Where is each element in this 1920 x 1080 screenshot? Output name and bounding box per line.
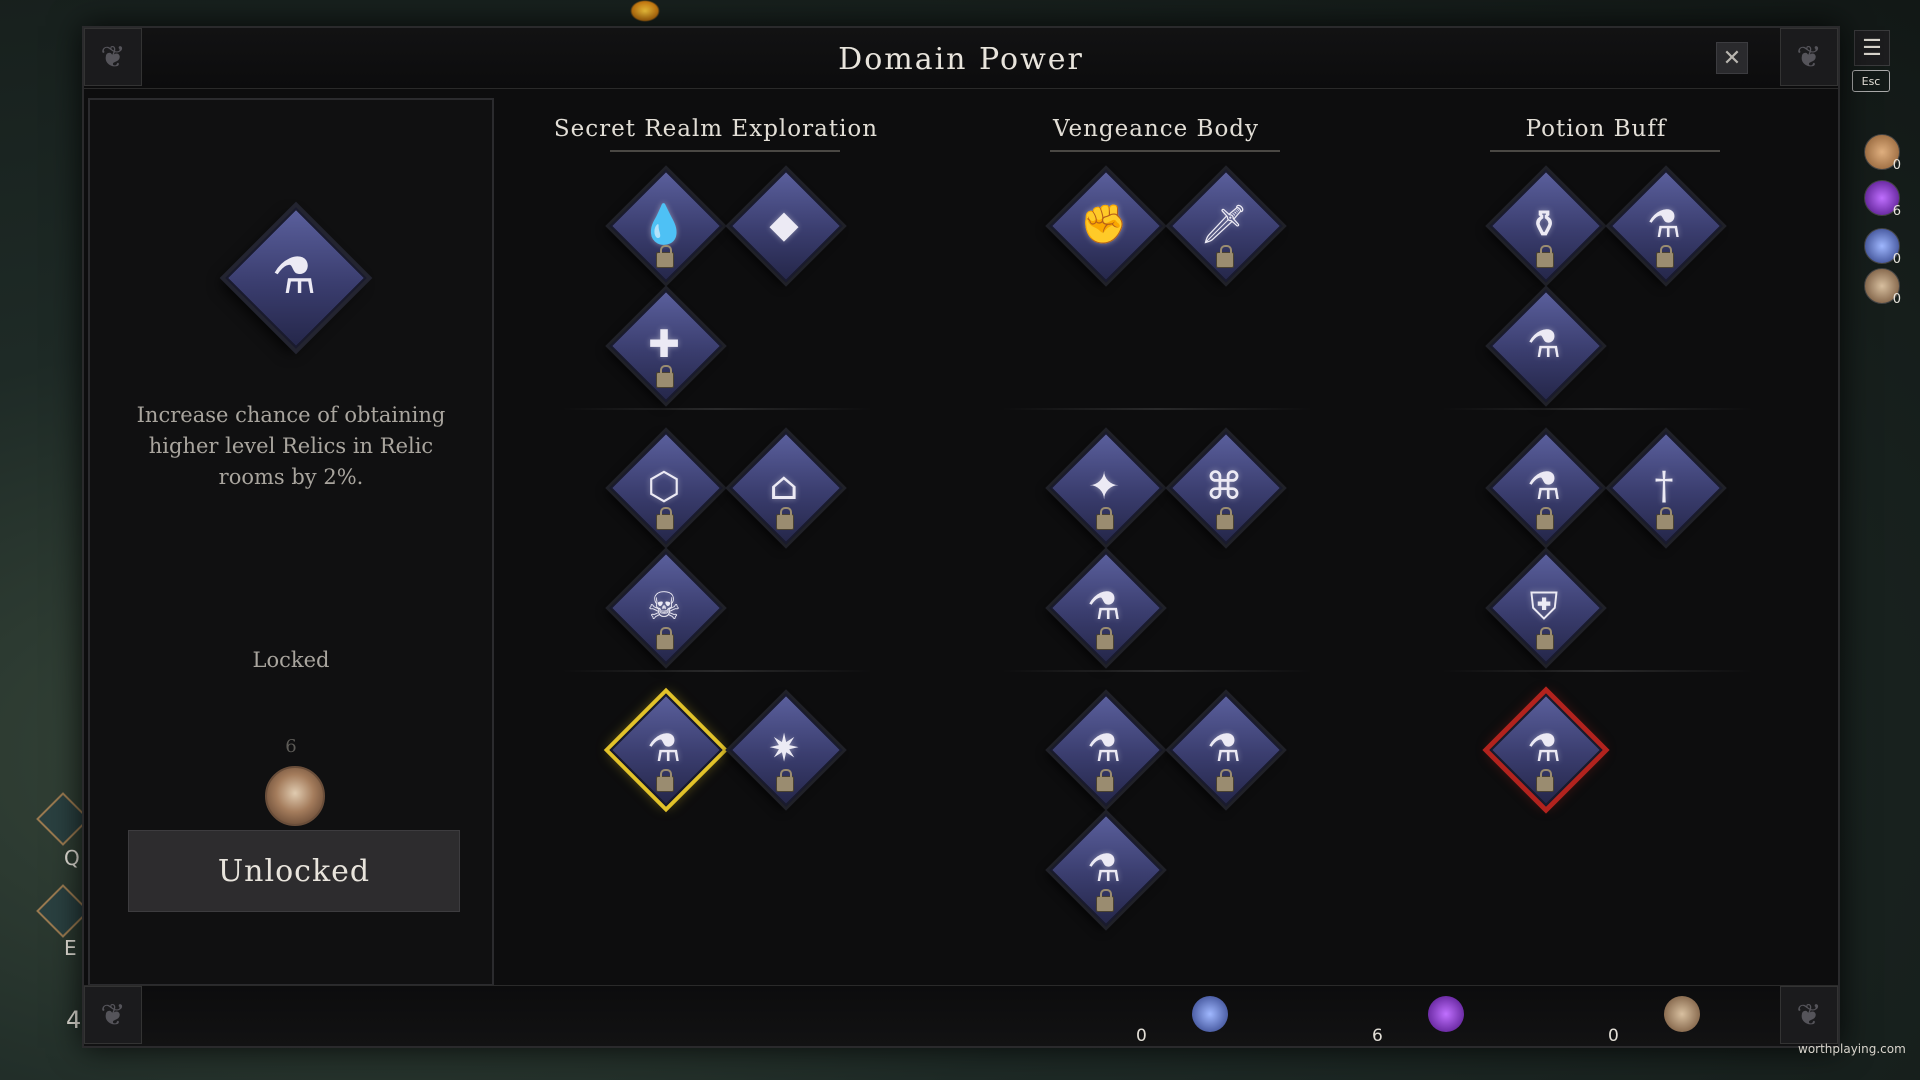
menu-icon[interactable]: ☰ — [1854, 30, 1890, 66]
flexed-arm-icon: ✊ — [1080, 201, 1128, 246]
lock-icon — [1096, 507, 1114, 530]
lock-icon — [1216, 245, 1234, 268]
skill-cost: 6 — [285, 736, 297, 757]
lock-icon — [1536, 627, 1554, 650]
skill-node[interactable]: ⚗ — [1049, 693, 1163, 807]
hotkey-q-label: Q — [64, 846, 80, 870]
detail-pane: ⚗ Increase chance of obtaining higher le… — [88, 98, 494, 986]
corner-ornament-icon: ❦ — [1780, 986, 1838, 1044]
unlock-button[interactable]: Unlocked — [128, 830, 460, 912]
selected-skill-icon: ⚗ — [224, 206, 367, 349]
skill-node[interactable]: ⚗ — [1049, 551, 1163, 665]
window-title: Domain Power — [838, 42, 1084, 77]
close-icon: ✕ — [1722, 45, 1742, 71]
resource-count-crystal: 0 — [1136, 1026, 1147, 1046]
side-resource-bronze-medallion: 0 — [1864, 268, 1901, 307]
skill-status: Locked — [252, 648, 330, 672]
skill-node[interactable]: ⚗ — [1049, 813, 1163, 927]
skill-node[interactable]: ☠ — [609, 551, 723, 665]
skill-node[interactable]: ⚗ — [1169, 693, 1283, 807]
lock-icon — [656, 627, 674, 650]
skill-node[interactable]: ⛨ — [1489, 551, 1603, 665]
column-underline — [1490, 150, 1720, 152]
gem-plus-icon: ◆ — [769, 202, 799, 246]
esc-button[interactable]: Esc — [1852, 70, 1890, 92]
skill-node[interactable]: ⚗ — [1489, 431, 1603, 545]
lock-icon — [776, 769, 794, 792]
close-button[interactable]: ✕ — [1716, 42, 1748, 74]
tier-separator — [1002, 408, 1312, 410]
skill-description: Increase chance of obtaining higher leve… — [136, 403, 446, 489]
lock-icon — [1536, 769, 1554, 792]
skill-node[interactable]: ⚗ — [1489, 289, 1603, 403]
tier-separator — [1002, 670, 1312, 672]
lock-icon — [656, 245, 674, 268]
corner-ornament-icon: ❦ — [1780, 28, 1838, 86]
tier-separator — [562, 408, 872, 410]
lock-icon — [1216, 507, 1234, 530]
background-torch — [630, 0, 660, 22]
skill-node[interactable]: ✚ — [609, 289, 723, 403]
round-flask-icon: ⚗ — [1526, 322, 1562, 366]
lock-icon — [656, 769, 674, 792]
skill-node[interactable]: ⌘ — [1169, 431, 1283, 545]
skill-node-selected[interactable]: ⚗ — [609, 693, 723, 807]
skill-node[interactable]: ✊ — [1049, 169, 1163, 283]
tier-separator — [1442, 408, 1752, 410]
side-resource-purple-gem: 6 — [1864, 180, 1901, 219]
watermark: worthplaying.com — [1798, 1042, 1906, 1056]
lock-icon — [1096, 627, 1114, 650]
skill-node[interactable]: ✷ — [729, 693, 843, 807]
resource-count-medallion: 0 — [1608, 1026, 1619, 1046]
column-title-vengeance-body: Vengeance Body — [1052, 116, 1260, 142]
lock-icon — [1536, 507, 1554, 530]
skill-node[interactable]: † — [1609, 431, 1723, 545]
bronze-medallion-icon — [1664, 996, 1700, 1032]
skill-node[interactable]: ⬡ — [609, 431, 723, 545]
skill-node[interactable]: ⚱ — [1489, 169, 1603, 283]
skill-node[interactable]: 💧 — [609, 169, 723, 283]
skill-node[interactable]: ✦ — [1049, 431, 1163, 545]
tier-separator — [1442, 670, 1752, 672]
column-underline — [610, 150, 840, 152]
resource-count-gem: 6 — [1372, 1026, 1383, 1046]
skill-node-warning[interactable]: ⚗ — [1489, 693, 1603, 807]
column-underline — [1050, 150, 1280, 152]
side-resource-crystal-cluster: 0 — [1864, 228, 1901, 267]
lock-icon — [656, 507, 674, 530]
lock-icon — [1096, 769, 1114, 792]
lock-icon — [656, 365, 674, 388]
side-resource-bronze-coin: 0 — [1864, 134, 1901, 173]
lock-icon — [1656, 245, 1674, 268]
lock-icon — [1096, 889, 1114, 912]
skill-node[interactable]: ⌂ — [729, 431, 843, 545]
stack-count: 4 — [66, 1006, 82, 1034]
skill-node[interactable]: ◆ — [729, 169, 843, 283]
lock-icon — [1216, 769, 1234, 792]
purple-gem-icon — [1428, 996, 1464, 1032]
column-title-secret-realm: Secret Realm Exploration — [553, 116, 879, 142]
domain-power-window: ❦ Domain Power ✕ ❦ ⚗ Increase chance of … — [82, 26, 1840, 1048]
lock-icon — [1656, 507, 1674, 530]
potion-flask-icon: ⚗ — [271, 247, 317, 305]
tier-separator — [562, 670, 872, 672]
corner-ornament-icon: ❦ — [84, 986, 142, 1044]
title-bar: ❦ Domain Power ✕ ❦ — [84, 28, 1838, 89]
bronze-medallion-icon — [265, 766, 325, 826]
column-title-potion-buff: Potion Buff — [1525, 116, 1667, 142]
skill-node[interactable]: 🗡 — [1169, 169, 1283, 283]
lock-icon — [776, 507, 794, 530]
crystal-cluster-icon — [1192, 996, 1228, 1032]
resource-bar: ❦ 0 6 0 ❦ — [84, 985, 1838, 1046]
hotkey-e-label: E — [64, 936, 77, 960]
lock-icon — [1536, 245, 1554, 268]
skill-node[interactable]: ⚗ — [1609, 169, 1723, 283]
